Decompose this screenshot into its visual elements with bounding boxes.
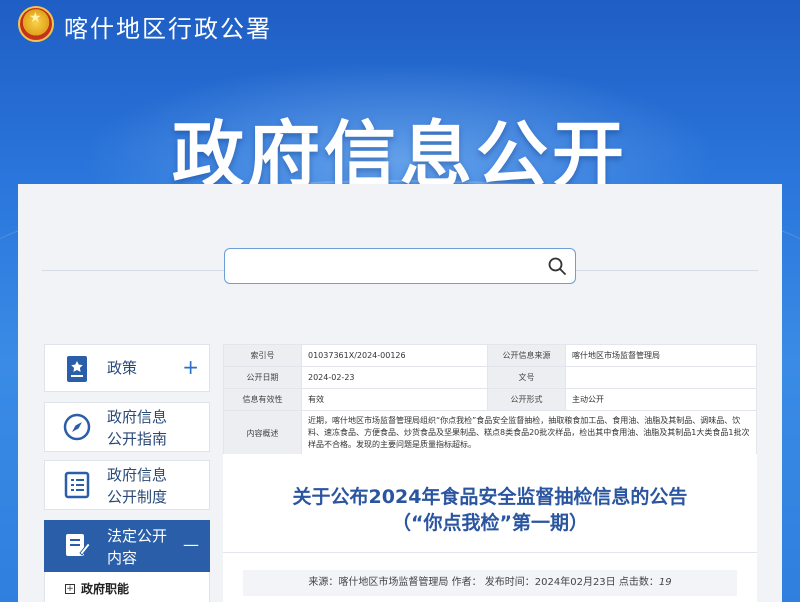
meta-views-label: 点击数： bbox=[618, 577, 659, 588]
sidebar-subitem-label: 政府职能 bbox=[81, 582, 130, 596]
sidebar-item-label: 法定公开 bbox=[107, 527, 168, 545]
date-value: 2024-02-23 bbox=[301, 366, 488, 389]
sidebar-item-label: 政府信息 bbox=[107, 408, 168, 426]
index-value: 01037361X/2024-00126 bbox=[301, 344, 488, 367]
list-document-icon bbox=[64, 471, 90, 499]
collapse-icon[interactable]: — bbox=[183, 534, 199, 556]
form-value: 主动公开 bbox=[565, 388, 757, 411]
docno-value bbox=[565, 366, 757, 389]
divider bbox=[223, 552, 757, 553]
docno-label: 文号 bbox=[487, 366, 566, 389]
validity-label: 信息有效性 bbox=[223, 388, 302, 411]
meta-source-label: 来源： bbox=[308, 577, 339, 588]
index-label: 索引号 bbox=[223, 344, 302, 367]
date-label: 公开日期 bbox=[223, 366, 302, 389]
search-icon[interactable] bbox=[547, 256, 567, 276]
national-emblem-icon[interactable]: ★ bbox=[18, 6, 54, 42]
sidebar-item-label: 公开制度 bbox=[107, 488, 168, 506]
sidebar-item-guide[interactable]: 政府信息 公开指南 bbox=[44, 402, 210, 452]
sidebar-item-policy[interactable]: 政策 + bbox=[44, 344, 210, 392]
meta-author-label: 作者： bbox=[451, 577, 482, 588]
summary-value: 近期，喀什地区市场监督管理局组织“你点我检”食品安全监督抽检，抽取粮食加工品、食… bbox=[301, 410, 757, 456]
sidebar-item-label: 政策 bbox=[107, 359, 138, 377]
search-input[interactable] bbox=[235, 255, 535, 277]
article: 关于公布2024年食品安全监督抽检信息的公告 （“你点我检”第一期） 来源：喀什… bbox=[223, 454, 757, 602]
sidebar-item-system[interactable]: 政府信息 公开制度 bbox=[44, 460, 210, 510]
sidebar-subitem-functions[interactable]: + 政府职能 bbox=[44, 572, 210, 602]
expand-icon[interactable]: + bbox=[182, 356, 199, 378]
edit-document-icon bbox=[66, 534, 91, 556]
sidebar-item-label: 政府信息 bbox=[107, 466, 168, 484]
article-title: 关于公布2024年食品安全监督抽检信息的公告 （“你点我检”第一期） bbox=[223, 484, 757, 536]
article-title-line: （“你点我检”第一期） bbox=[392, 512, 588, 534]
table-row: 索引号 01037361X/2024-00126 公开信息来源 喀什地区市场监督… bbox=[223, 344, 757, 367]
expand-icon[interactable]: + bbox=[65, 584, 75, 594]
meta-views: 19 bbox=[658, 577, 672, 588]
table-row: 信息有效性 有效 公开形式 主动公开 bbox=[223, 388, 757, 411]
article-meta: 来源：喀什地区市场监督管理局 作者： 发布时间：2024年02月23日 点击数：… bbox=[243, 570, 737, 596]
summary-label: 内容概述 bbox=[223, 410, 302, 456]
main-panel: 政策 + 政府信息 公开指南 政府信息 公开制度 法定公开 内容 — + 政府职… bbox=[18, 184, 782, 602]
article-title-line: 关于公布2024年食品安全监督抽检信息的公告 bbox=[292, 486, 688, 508]
validity-value: 有效 bbox=[301, 388, 488, 411]
meta-time-label: 发布时间： bbox=[484, 577, 535, 588]
policy-document-icon bbox=[67, 356, 87, 382]
form-label: 公开形式 bbox=[487, 388, 566, 411]
compass-icon bbox=[63, 413, 91, 441]
sidebar-item-statutory[interactable]: 法定公开 内容 — bbox=[44, 520, 210, 572]
table-row: 内容概述 近期，喀什地区市场监督管理局组织“你点我检”食品安全监督抽检，抽取粮食… bbox=[223, 410, 757, 456]
table-row: 公开日期 2024-02-23 文号 bbox=[223, 366, 757, 389]
meta-time: 2024年02月23日 bbox=[534, 577, 616, 588]
info-table: 索引号 01037361X/2024-00126 公开信息来源 喀什地区市场监督… bbox=[223, 344, 757, 456]
source-label: 公开信息来源 bbox=[487, 344, 566, 367]
meta-source: 喀什地区市场监督管理局 bbox=[338, 577, 449, 588]
sidebar-item-label: 内容 bbox=[107, 549, 138, 567]
site-header: ★ 喀什地区行政公署 bbox=[0, 0, 800, 52]
source-value: 喀什地区市场监督管理局 bbox=[565, 344, 757, 367]
site-title[interactable]: 喀什地区行政公署 bbox=[64, 9, 272, 44]
search-box[interactable] bbox=[224, 248, 576, 284]
sidebar-item-label: 公开指南 bbox=[107, 430, 168, 448]
